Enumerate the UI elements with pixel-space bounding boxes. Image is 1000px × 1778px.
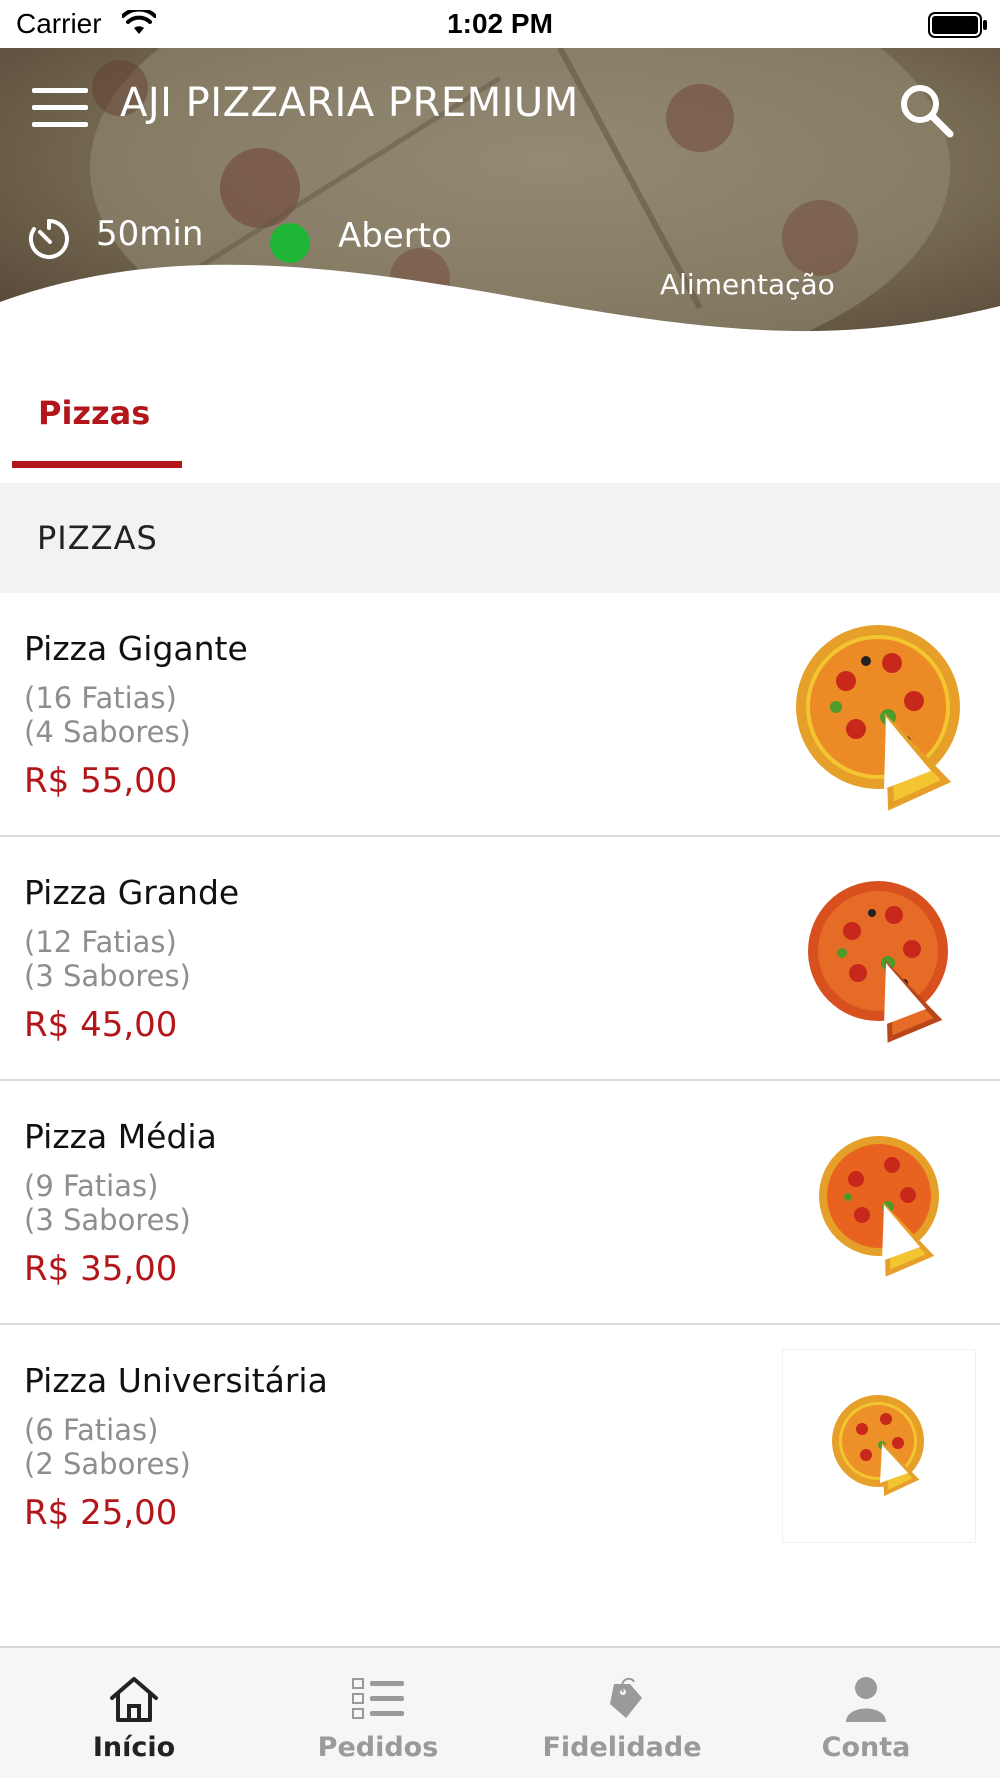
product-name: Pizza Universitária (24, 1361, 328, 1400)
hamburger-menu-icon[interactable] (32, 88, 88, 132)
tab-label: Pizzas (38, 394, 151, 432)
product-price: R$ 45,00 (24, 1005, 178, 1045)
product-name: Pizza Média (24, 1117, 217, 1156)
product-item-pizza-universitaria[interactable]: Pizza Universitária (6 Fatias) (2 Sabore… (0, 1325, 1000, 1569)
pizza-image (819, 1136, 939, 1277)
product-name: Pizza Gigante (24, 629, 248, 668)
search-icon[interactable] (898, 82, 954, 138)
open-status-indicator (270, 223, 310, 263)
tab-label: Início (92, 1732, 176, 1763)
product-item-pizza-grande[interactable]: Pizza Grande (12 Fatias) (3 Sabores) R$ … (0, 837, 1000, 1081)
product-item-pizza-gigante[interactable]: Pizza Gigante (16 Fatias) (4 Sabores) R$… (0, 593, 1000, 837)
checklist-icon (352, 1678, 404, 1719)
product-flavors: (3 Sabores) (24, 959, 191, 993)
tab-label: Pedidos (317, 1732, 439, 1763)
section-title: PIZZAS (37, 519, 158, 557)
timer-icon (28, 219, 69, 259)
product-slices: (12 Fatias) (24, 925, 177, 959)
store-title: AJI PIZZARIA PREMIUM (120, 80, 579, 126)
tab-fidelidade[interactable]: Fidelidade (497, 1648, 747, 1778)
tab-inicio[interactable]: Início (9, 1648, 259, 1778)
product-flavors: (4 Sabores) (24, 715, 191, 749)
product-slices: (6 Fatias) (24, 1413, 159, 1447)
product-price: R$ 25,00 (24, 1493, 178, 1533)
bottom-tab-bar: Início Pedidos Fidelidade Conta (0, 1646, 1000, 1778)
product-price: R$ 55,00 (24, 761, 178, 801)
pizza-image (796, 625, 960, 811)
battery-icon (928, 12, 987, 38)
delivery-time: 50min (96, 214, 204, 254)
tag-icon (610, 1677, 642, 1718)
product-name: Pizza Grande (24, 873, 240, 912)
tab-label: Fidelidade (542, 1732, 702, 1763)
product-flavors: (2 Sabores) (24, 1447, 191, 1481)
product-price: R$ 35,00 (24, 1249, 178, 1289)
product-flavors: (3 Sabores) (24, 1203, 191, 1237)
store-header-banner: AJI PIZZARIA PREMIUM 50min Aberto Alimen… (0, 48, 1000, 368)
status-bar: Carrier 1:02 PM (0, 0, 1000, 48)
home-icon (110, 1677, 158, 1722)
tab-pedidos[interactable]: Pedidos (253, 1648, 503, 1778)
product-slices: (9 Fatias) (24, 1169, 159, 1203)
user-icon (846, 1677, 886, 1722)
tab-active-indicator (12, 461, 182, 468)
store-category: Alimentação (660, 268, 835, 301)
tab-pizzas[interactable]: Pizzas (12, 376, 182, 468)
tab-conta[interactable]: Conta (741, 1648, 991, 1778)
section-header: PIZZAS (0, 483, 1000, 593)
category-tabs: Pizzas (0, 368, 1000, 483)
tab-label: Conta (821, 1732, 911, 1763)
open-status-text: Aberto (338, 216, 452, 256)
pizza-image (808, 881, 948, 1043)
product-slices: (16 Fatias) (24, 681, 177, 715)
pizza-image (782, 1349, 976, 1543)
product-item-pizza-media[interactable]: Pizza Média (9 Fatias) (3 Sabores) R$ 35… (0, 1081, 1000, 1325)
status-time: 1:02 PM (447, 8, 553, 39)
